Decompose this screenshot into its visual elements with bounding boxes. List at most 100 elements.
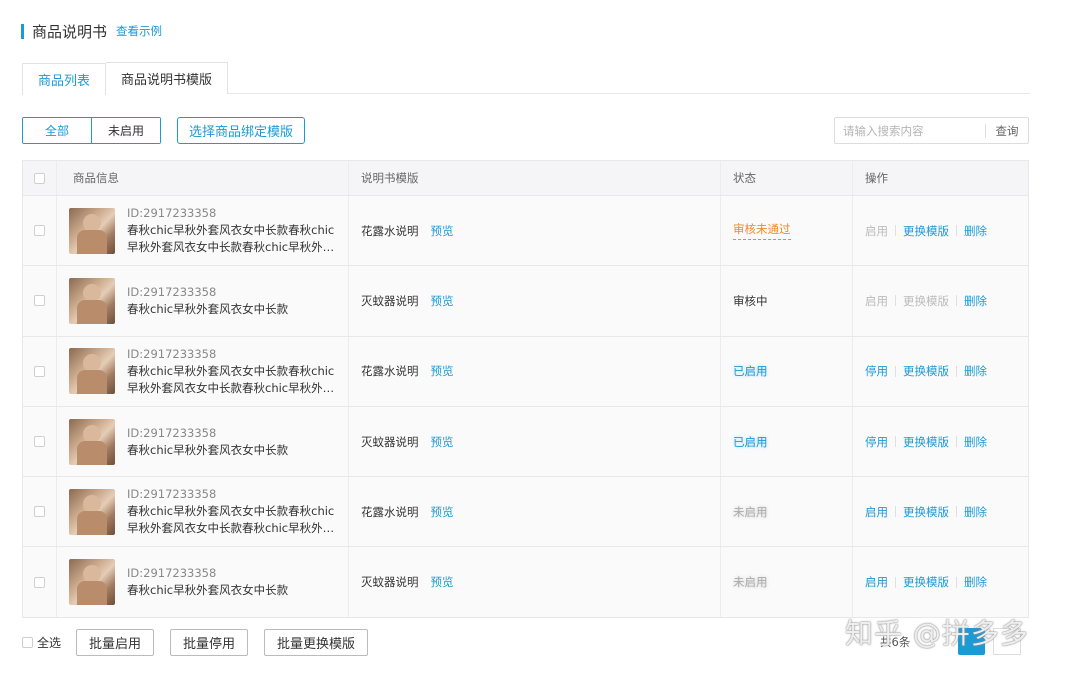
product-thumbnail[interactable] [69,348,115,395]
product-id: ID:2917233358 [127,487,217,502]
product-info: ID:2917233358 春秋chic早秋外套风衣女中长款春秋chic早秋外套风… [127,486,339,537]
delete-action[interactable]: 删除 [964,434,987,450]
actions-cell: 启用 更换模版 删除 [853,547,1028,616]
template-cell: 灭蚊器说明 预览 [349,266,721,336]
template-cell: 灭蚊器说明 预览 [349,547,721,617]
toggle-enable-action[interactable]: 停用 [865,434,888,450]
row-checkbox[interactable] [34,506,45,518]
preview-link[interactable]: 预览 [431,293,454,309]
product-info: ID:2917233358 春秋chic早秋外套风衣女中长款春秋chic早秋外套风… [127,205,339,256]
status-badge: 已启用 [733,364,768,379]
toggle-enable-action[interactable]: 启用 [865,223,888,239]
action-divider [956,506,957,518]
action-divider [895,365,896,377]
product-thumbnail[interactable] [69,277,115,324]
product-thumbnail[interactable] [69,207,115,254]
product-info-cell: ID:2917233358 春秋chic早秋外套风衣女中长款春秋chic早秋外套风… [57,477,349,547]
row-checkbox[interactable] [34,295,45,307]
tab-manual-templates[interactable]: 商品说明书模版 [106,62,229,94]
action-divider [956,436,957,448]
status-badge: 审核中 [733,293,768,308]
row-checkbox-cell [23,406,57,477]
change-template-action[interactable]: 更换模版 [903,223,949,239]
table-row: ID:2917233358 春秋chic早秋外套风衣女中长款春秋chic早秋外套风… [23,336,1028,407]
product-info-cell: ID:2917233358 春秋chic早秋外套风衣女中长款 [57,406,349,477]
change-template-action[interactable]: 更换模版 [903,363,949,379]
toggle-enable-action[interactable]: 启用 [865,504,888,520]
product-id: ID:2917233358 [127,284,217,299]
status-badge: 审核未通过 [733,221,791,241]
batch-change-template-button[interactable]: 批量更换模版 [264,629,369,656]
preview-link[interactable]: 预览 [431,504,454,520]
row-checkbox[interactable] [34,225,45,237]
page-header: 商品说明书 查看示例 [21,20,162,42]
toggle-enable-action[interactable]: 停用 [865,363,888,379]
bind-template-button[interactable]: 选择商品绑定模版 [177,117,306,144]
search-input[interactable] [835,118,985,143]
product-info: ID:2917233358 春秋chic早秋外套风衣女中长款 [127,565,339,599]
row-checkbox[interactable] [34,365,45,377]
change-template-action[interactable]: 更换模版 [903,434,949,450]
batch-disable-button[interactable]: 批量停用 [170,629,249,656]
change-template-action[interactable]: 更换模版 [903,293,949,309]
status-cell: 审核未通过 [721,196,853,266]
template-name: 灭蚊器说明 [361,575,419,590]
change-template-action[interactable]: 更换模版 [903,504,949,520]
table-row: ID:2917233358 春秋chic早秋外套风衣女中长款春秋chic早秋外套风… [23,477,1028,548]
header-template: 说明书模版 [349,161,721,195]
preview-link[interactable]: 预览 [431,363,454,379]
change-template-action[interactable]: 更换模版 [903,574,949,590]
action-divider [895,225,896,237]
product-name: 春秋chic早秋外套风衣女中长款 [127,583,289,598]
product-info-cell: ID:2917233358 春秋chic早秋外套风衣女中长款 [57,547,349,617]
toggle-enable-action[interactable]: 启用 [865,574,888,590]
product-info: ID:2917233358 春秋chic早秋外套风衣女中长款春秋chic早秋外套风… [127,346,339,397]
filter-all-button[interactable]: 全部 [23,118,92,143]
batch-enable-button[interactable]: 批量启用 [76,629,155,656]
row-checkbox-cell [23,336,57,406]
action-divider [895,506,896,518]
row-checkbox[interactable] [34,436,45,448]
status-badge: 未启用 [733,575,768,590]
row-checkbox-cell [23,196,57,266]
select-all-checkbox-header[interactable] [34,172,45,184]
template-cell: 花露水说明 预览 [349,336,721,406]
select-all-checkbox[interactable] [22,637,33,648]
delete-action[interactable]: 删除 [964,504,987,520]
template-name: 花露水说明 [361,223,419,238]
delete-action[interactable]: 删除 [964,223,987,239]
row-checkbox-cell [23,266,57,336]
row-actions: 停用 更换模版 删除 [865,434,987,450]
delete-action[interactable]: 删除 [964,293,987,309]
action-divider [956,225,957,237]
actions-cell: 启用 更换模版 删除 [853,196,1028,265]
status-cell: 已启用 [721,336,853,406]
product-id: ID:2917233358 [127,346,217,361]
product-thumbnail[interactable] [69,418,115,465]
row-checkbox-cell [23,547,57,617]
status-cell: 未启用 [721,547,853,617]
preview-link[interactable]: 预览 [431,434,454,450]
watermark: 知乎 @拼多多 [845,617,1029,650]
search-button[interactable]: 查询 [986,123,1028,139]
tab-product-list[interactable]: 商品列表 [22,63,107,95]
header-status: 状态 [721,161,853,195]
search-box: 查询 [834,117,1029,144]
row-checkbox[interactable] [34,576,45,588]
action-divider [956,365,957,377]
product-name: 春秋chic早秋外套风衣女中长款 [127,301,289,316]
delete-action[interactable]: 删除 [964,574,987,590]
product-thumbnail[interactable] [69,559,115,606]
product-name: 春秋chic早秋外套风衣女中长款春秋chic早秋外套风衣女中长款春秋chic早秋… [127,504,335,536]
product-info: ID:2917233358 春秋chic早秋外套风衣女中长款 [127,425,339,459]
preview-link[interactable]: 预览 [431,223,454,239]
product-info-cell: ID:2917233358 春秋chic早秋外套风衣女中长款春秋chic早秋外套风… [57,196,349,266]
delete-action[interactable]: 删除 [964,363,987,379]
filter-inactive-button[interactable]: 未启用 [92,118,160,143]
preview-link[interactable]: 预览 [431,574,454,590]
table-row: ID:2917233358 春秋chic早秋外套风衣女中长款 灭蚊器说明 预览 审核中 启… [23,266,1028,337]
toggle-enable-action[interactable]: 启用 [865,293,888,309]
select-all-control[interactable]: 全选 [22,634,61,651]
product-thumbnail[interactable] [69,488,115,535]
view-example-link[interactable]: 查看示例 [116,23,162,39]
